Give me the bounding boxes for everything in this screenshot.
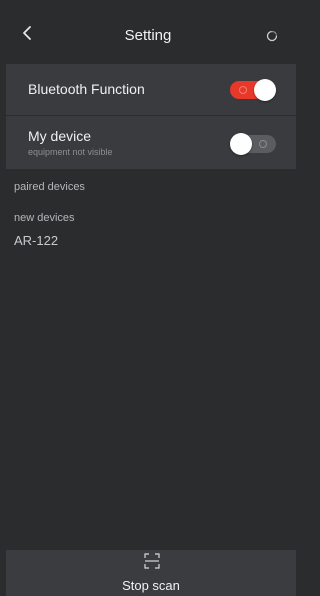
stop-scan-button[interactable]: Stop scan — [6, 550, 296, 596]
my-device-label: My device — [28, 128, 92, 144]
settings-screen: Setting Bluetooth Function My device equ… — [0, 0, 296, 596]
bluetooth-function-row[interactable]: Bluetooth Function — [6, 64, 296, 115]
refresh-button[interactable] — [262, 26, 282, 46]
new-devices-heading: new devices — [14, 212, 75, 224]
my-device-subtitle: equipment not visible — [28, 147, 113, 157]
bluetooth-toggle[interactable] — [230, 79, 276, 101]
device-item-ar-122[interactable]: AR-122 — [14, 233, 58, 248]
toggle-mark-icon — [259, 140, 267, 148]
my-device-row[interactable]: My device equipment not visible — [6, 116, 296, 169]
top-bar: Setting — [0, 0, 296, 64]
bluetooth-function-label: Bluetooth Function — [28, 81, 145, 97]
page-title: Setting — [124, 27, 172, 44]
stop-scan-label: Stop scan — [122, 578, 180, 593]
scan-icon — [144, 553, 160, 569]
toggle-knob — [230, 133, 252, 155]
paired-devices-heading: paired devices — [14, 181, 85, 193]
refresh-icon — [266, 30, 278, 42]
my-device-visibility-toggle[interactable] — [230, 133, 276, 155]
toggle-mark-icon — [239, 86, 247, 94]
toggle-knob — [254, 79, 276, 101]
